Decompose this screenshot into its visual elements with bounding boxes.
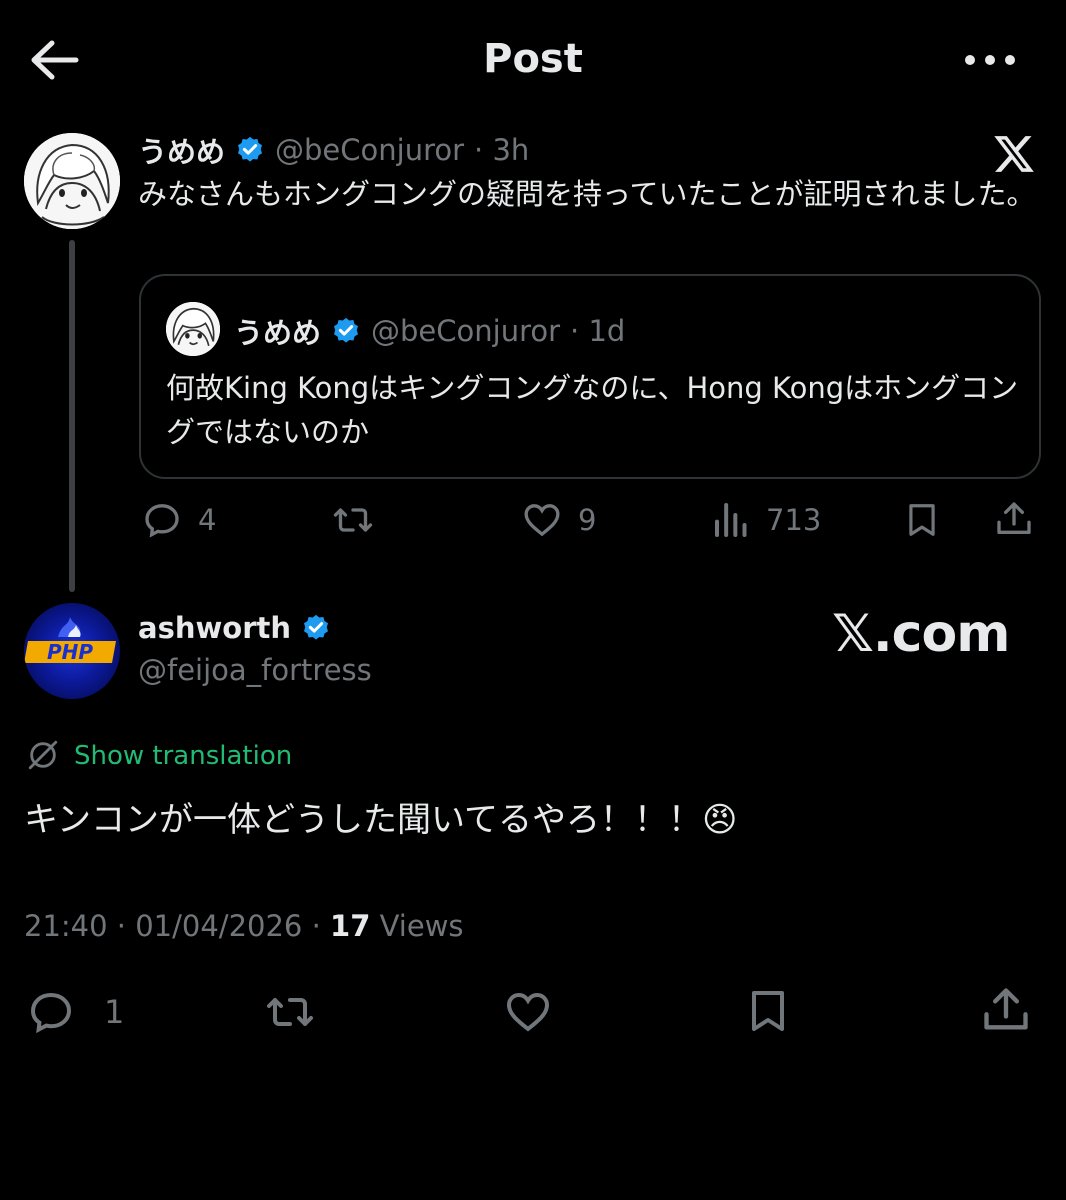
avatar [166,302,220,356]
x-logo-icon [992,132,1036,176]
bookmark-icon [752,991,784,1031]
display-name[interactable]: ashworth [138,611,291,645]
quoted-post-text: 何故King Kongはキングコングなのに、Hong Kongはホングコングでは… [166,371,1019,449]
handle: @beConjuror [371,314,561,348]
author-row: ashworth [138,611,331,645]
views-count: 713 [766,503,822,537]
heart-icon [506,992,550,1032]
x-com-watermark: 𝕏.com [832,604,1010,664]
bookmark-icon [909,504,935,536]
post-text: みなさんもホングコングの疑問を持っていたことが証明されました。 [138,177,1036,211]
thread-line [69,240,75,592]
repost-icon [333,508,373,532]
verified-badge-icon [334,317,359,343]
views-label: Views [379,909,464,943]
share-icon [984,988,1028,1030]
repost-icon [267,998,313,1026]
post-text: キンコンが一体どうした聞いてるやろ！！！😠 [24,800,738,840]
cartoon-face-avatar-icon [166,302,220,356]
reply-button[interactable]: 1 [24,988,124,1036]
post-time[interactable]: · 3h [474,133,529,167]
display-name: うめめ [234,316,322,350]
reply-icon [145,504,179,538]
svg-text:PHP: PHP [47,640,93,664]
post-meta: 21:40 · 01/04/2026 · 17 Views [24,909,464,943]
verified-badge-icon [238,136,263,162]
verified-badge-icon [304,614,329,640]
reply-button[interactable]: 4 [140,500,216,540]
like-count: 9 [578,503,597,537]
post-header: うめめ @beConjuror · 3h [138,129,529,171]
avatar[interactable]: PHP [24,603,120,699]
more-horizontal-icon [965,55,1015,65]
views-button[interactable]: 713 [712,500,821,540]
repost-button[interactable] [260,988,320,1036]
share-button[interactable] [994,498,1034,540]
cartoon-face-avatar-icon [24,133,120,229]
reply-icon [30,992,72,1034]
php-logo-avatar-icon: PHP [24,617,116,664]
translate-icon [24,738,62,772]
quote-header: うめめ @beConjuror · 1d [234,310,625,352]
avatar[interactable] [24,133,120,229]
views-count: 17 [330,909,371,943]
display-name[interactable]: うめめ [138,129,225,171]
reply-count: 4 [198,503,217,537]
heart-icon [524,504,560,537]
post-timestamp[interactable]: 21:40 · 01/04/2026 · [24,909,330,943]
more-button[interactable] [962,48,1018,72]
page-title: Post [483,36,583,82]
like-button[interactable] [500,988,556,1036]
post-time: · 1d [570,314,626,348]
show-translation-link[interactable]: Show translation [74,741,292,771]
bookmark-button[interactable] [903,500,941,540]
bookmark-button[interactable] [744,986,792,1036]
like-button[interactable]: 9 [520,500,596,540]
handle[interactable]: @beConjuror [275,133,464,167]
repost-button[interactable] [330,500,376,540]
analytics-bars-icon [715,503,747,537]
share-icon [997,502,1031,534]
reply-count: 1 [104,993,125,1031]
handle[interactable]: @feijoa_fortress [138,653,372,687]
share-button[interactable] [980,984,1032,1036]
